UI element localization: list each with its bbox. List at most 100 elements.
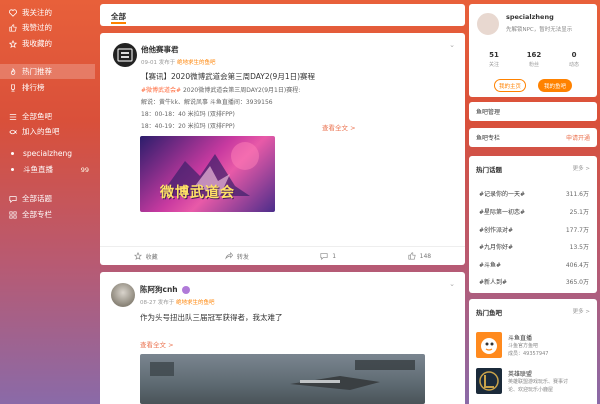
bar-column-label: 鱼吧专栏	[476, 135, 501, 142]
topic-item[interactable]: #斗鱼# 406.4万	[479, 260, 589, 269]
topic-item[interactable]: #创作派对# 177.7万	[479, 225, 589, 234]
profile-card: specialzheng 先解锁NPC，暂时无法显示 51 关注 162 粉丝 …	[469, 4, 597, 97]
apply-open-link[interactable]: 申请开通	[566, 133, 590, 142]
flame-icon	[10, 67, 16, 75]
stat-value: 0	[571, 51, 577, 59]
bullet-dot	[11, 168, 14, 171]
sidebar-item-all-bars[interactable]: 全部鱼吧	[0, 109, 95, 124]
list-icon	[9, 113, 17, 120]
sidebar-item-label: 我赞过的	[22, 23, 52, 32]
read-more-link[interactable]: 查看全文 >	[140, 339, 174, 349]
topic-count: 13.5万	[569, 244, 589, 251]
share-button[interactable]: 转发	[191, 247, 282, 265]
bar-name: 斗鱼直播	[508, 335, 533, 342]
collect-button[interactable]: 收藏	[100, 247, 191, 265]
my-homepage-button[interactable]: 我的主页	[494, 79, 526, 92]
topic-name: #斗鱼#	[479, 262, 502, 269]
thumb-icon	[408, 252, 416, 260]
topic-item[interactable]: #九月你好# 13.5万	[479, 242, 589, 251]
topic-item[interactable]: #记录你的一天# 311.6万	[479, 189, 589, 198]
lol-emblem-icon	[479, 371, 499, 391]
bar-manage-label: 鱼吧管理	[476, 109, 501, 116]
stat-value: 162	[526, 51, 542, 59]
post-card: 他他赛事君 09-01 发布于 绝地求生的鱼吧 ⌄ 【赛讯】2020微博武道会第…	[100, 33, 465, 265]
sidebar-item-topics[interactable]: 全部话题	[0, 191, 95, 206]
tab-active-indicator	[111, 22, 126, 24]
author-name: 陈阿狗cnh	[140, 284, 191, 295]
from-prefix: 发布于	[158, 60, 176, 66]
comment-button[interactable]: 1	[283, 247, 374, 265]
author-name-text[interactable]: 陈阿狗cnh	[140, 285, 178, 294]
comment-count: 1	[332, 252, 337, 260]
more-link[interactable]: 更多 >	[573, 307, 590, 315]
sidebar-item-label: 全部专栏	[22, 210, 52, 219]
avatar[interactable]	[113, 43, 137, 67]
sidebar-item-label: 排行榜	[22, 83, 45, 92]
sidebar-item-label: 热门推荐	[22, 67, 52, 76]
post-date: 09-01	[141, 60, 157, 66]
read-more-link[interactable]: 查看全文 >	[322, 122, 356, 132]
my-bars-button[interactable]: 我的鱼吧	[538, 79, 572, 92]
topic-item[interactable]: #新人到# 365.0万	[479, 277, 589, 286]
trophy-icon	[11, 83, 15, 92]
topic-count: 406.4万	[565, 262, 589, 269]
post-body-line: 18：00-18：40 米拉玛 (双排FPP)	[141, 111, 235, 118]
topic-count: 365.0万	[565, 279, 589, 286]
post-body-line: #微博武道会# 2020微博武道会第三周DAY2(9月1日)赛程:	[141, 85, 300, 94]
sidebar-item-joined[interactable]: 加入的鱼吧	[0, 124, 95, 139]
stat-fans[interactable]: 162 粉丝	[513, 51, 555, 68]
like-count: 148	[419, 252, 432, 260]
sidebar-item-label: specialzheng	[23, 149, 72, 158]
feed: 全部 他他赛事君 09-01 发布于 绝地求生的鱼吧 ⌄ 【赛讯】2020微博武…	[100, 0, 465, 404]
sidebar-item-liked[interactable]: 我赞过的	[0, 20, 95, 35]
stat-posts[interactable]: 0 动态	[553, 51, 595, 68]
sidebar-item-hot[interactable]: 热门推荐	[0, 64, 95, 79]
hot-bar-item[interactable]: 英雄联盟 英雄联盟游戏玩乐、赛事讨 论、欢迎玩乐小鹿屋	[476, 368, 592, 398]
sidebar-item-label: 我收藏的	[22, 39, 52, 48]
stat-label: 粉丝	[528, 62, 539, 68]
post-meta: 08-27 发布于 绝地求生的鱼吧	[140, 298, 215, 306]
sidebar-item-douyu[interactable]: 斗鱼直播 99	[0, 162, 95, 177]
sidebar-item-collected[interactable]: 我收藏的	[0, 36, 95, 51]
sidebar-item-rank[interactable]: 排行榜	[0, 80, 95, 95]
sidebar-item-following[interactable]: 我关注的	[0, 5, 95, 20]
stat-following[interactable]: 51 关注	[473, 51, 515, 68]
bar-desc: 英雄联盟游戏玩乐、赛事讨	[508, 379, 569, 385]
post-title[interactable]: 作为头号扭出队三届冠军获得者，我太难了	[140, 312, 283, 323]
fish-mascot-icon	[481, 338, 497, 354]
topic-tag[interactable]: #微博武道会#	[141, 87, 181, 94]
comment-icon	[320, 253, 328, 260]
post-date: 08-27	[140, 300, 156, 306]
post-title[interactable]: 【赛讯】2020微博武道会第三周DAY2(9月1日)赛程	[141, 71, 315, 82]
post-meta: 09-01 发布于 绝地求生的鱼吧	[141, 58, 216, 66]
post-card: 陈阿狗cnh 08-27 发布于 绝地求生的鱼吧 ⌄ 作为头号扭出队三届冠军获得…	[100, 272, 465, 404]
topic-item[interactable]: #星际第一初恋# 25.1万	[479, 207, 589, 216]
left-sidebar: 我关注的 我赞过的 我收藏的 热门推荐 排行榜 全部鱼吧 加入的鱼吧 speci…	[0, 0, 95, 404]
chevron-down-icon[interactable]: ⌄	[449, 280, 455, 288]
more-link[interactable]: 更多 >	[573, 164, 590, 172]
source-bar-link[interactable]: 绝地求生的鱼吧	[177, 60, 216, 66]
post-image[interactable]	[140, 354, 425, 404]
sidebar-item-specialzheng[interactable]: specialzheng	[0, 146, 95, 161]
post-actions: 收藏 转发 1 148	[100, 246, 465, 265]
bar-manage-link[interactable]: 鱼吧管理	[469, 102, 597, 121]
topic-name: #创作派对#	[479, 227, 514, 234]
chevron-down-icon[interactable]: ⌄	[449, 41, 455, 49]
sidebar-item-label: 全部话题	[22, 194, 52, 203]
tab-all[interactable]: 全部	[111, 11, 126, 22]
profile-name[interactable]: specialzheng	[506, 13, 554, 21]
avatar[interactable]	[475, 11, 501, 37]
like-button[interactable]: 148	[374, 247, 465, 265]
panel-title: 热门话题	[476, 166, 502, 174]
sidebar-item-columns[interactable]: 全部专栏	[0, 207, 95, 222]
avatar[interactable]	[111, 283, 135, 307]
post-image[interactable]: 微博武道会	[140, 136, 275, 212]
share-icon	[225, 252, 233, 260]
heart-icon	[9, 8, 17, 17]
source-bar-link[interactable]: 绝地求生的鱼吧	[176, 300, 215, 306]
bar-members: 成员：49357947	[508, 351, 549, 357]
author-name[interactable]: 他他赛事君	[141, 44, 179, 55]
star-icon	[133, 252, 142, 260]
unread-count-badge: 99	[80, 165, 89, 174]
hot-bar-item[interactable]: 斗鱼直播 斗鱼官方鱼吧 成员：49357947	[476, 332, 592, 362]
